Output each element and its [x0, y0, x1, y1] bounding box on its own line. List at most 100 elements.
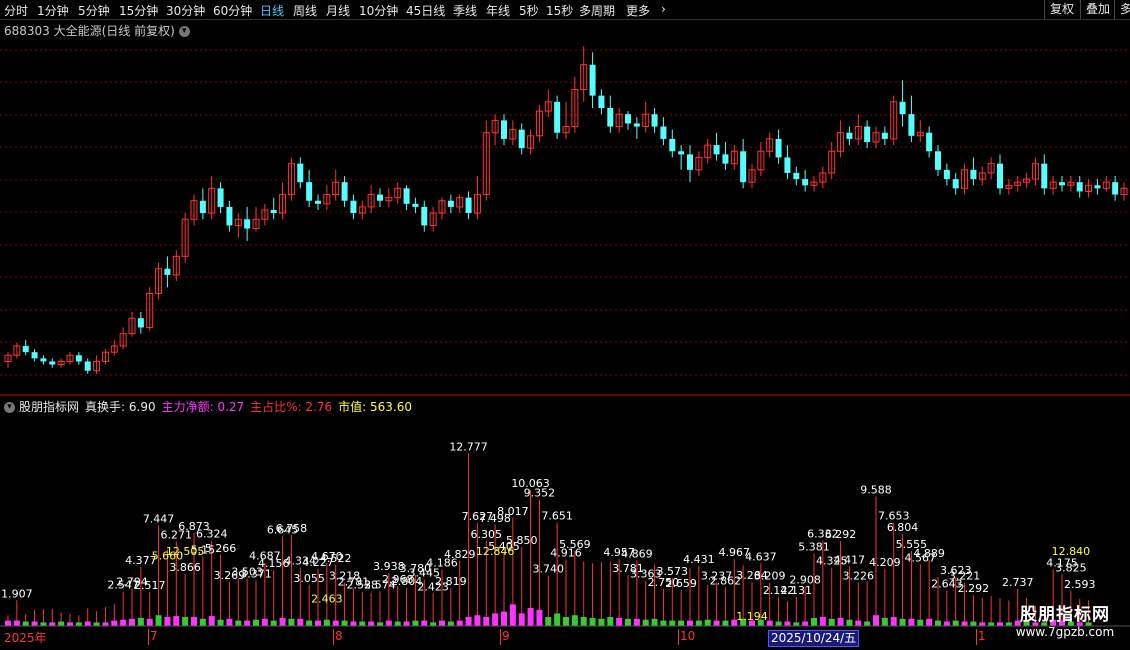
flow-bar — [394, 621, 401, 626]
pane-separator — [0, 394, 1130, 396]
volume-value-label: 3.740 — [533, 563, 565, 576]
volume-value-label: 3.866 — [169, 561, 201, 574]
flow-bar — [501, 611, 507, 626]
candle-body — [412, 203, 419, 207]
flow-bar — [385, 620, 392, 626]
flow-bar — [687, 620, 693, 626]
flow-bar — [642, 619, 649, 626]
volume-value-label: 4.431 — [683, 553, 715, 566]
axis-tick — [976, 629, 977, 645]
flow-bar — [802, 621, 809, 626]
volume-value-label: 3.055 — [293, 572, 325, 585]
volume-value-label: 4.869 — [621, 547, 653, 560]
flow-bar — [217, 619, 224, 626]
flow-bar — [164, 617, 171, 626]
flow-bar — [323, 619, 330, 626]
candle-body — [899, 101, 906, 115]
flow-bar — [421, 620, 428, 626]
volume-value-label: 4.829 — [444, 548, 476, 561]
volume-value-label: 6.292 — [825, 528, 857, 541]
volume-value-label: 6.804 — [887, 521, 919, 534]
axis-label-nov: 1 — [978, 629, 986, 643]
axis-label-2025: 2025年 — [4, 631, 47, 645]
flow-bar — [182, 617, 189, 626]
flow-bar — [111, 620, 118, 626]
volume-value-label: 12.777 — [449, 441, 488, 454]
candle-body — [740, 151, 747, 183]
flow-bar — [456, 620, 463, 626]
candle-body — [678, 151, 685, 155]
candle-body — [164, 268, 171, 275]
candle-body — [270, 210, 277, 214]
candle-body — [669, 138, 676, 152]
candle-body — [297, 163, 304, 183]
candle-body — [775, 138, 782, 158]
candle-body — [40, 358, 47, 362]
flow-bar — [306, 620, 313, 626]
chevron-down-icon[interactable]: ▾ — [4, 402, 15, 413]
candle-body — [554, 101, 561, 133]
candle-body — [1094, 185, 1101, 189]
candle-body — [84, 361, 91, 371]
candle-body — [881, 132, 888, 139]
flow-bar — [580, 617, 587, 626]
volume-value-label: 4.209 — [869, 556, 901, 569]
axis-tick — [148, 629, 149, 645]
candle-body — [926, 132, 933, 152]
flow-bar — [625, 618, 631, 626]
flow-bar — [377, 622, 383, 626]
indicator-main-net: 主力净额: 0.27 — [161, 400, 245, 414]
volume-value-label: 2.908 — [789, 574, 821, 587]
volume-value-label: 4.417 — [834, 553, 866, 566]
candle-body — [598, 95, 605, 108]
candle-body — [935, 151, 941, 170]
flow-bar — [288, 618, 295, 626]
flow-bar — [704, 619, 711, 626]
flow-bar — [22, 621, 29, 626]
flow-bar — [633, 618, 640, 626]
flow-bar — [811, 617, 817, 626]
flow-bar — [837, 617, 844, 626]
candle-body — [22, 346, 29, 353]
flow-bar — [235, 620, 242, 626]
volume-value-label: 3.573 — [657, 565, 689, 578]
flow-bar — [509, 604, 516, 626]
candle-body — [607, 108, 614, 127]
candle-body — [518, 129, 525, 149]
flow-bar — [49, 622, 56, 626]
candle-body — [31, 352, 38, 359]
flow-bar — [695, 620, 702, 626]
flow-bar — [873, 615, 879, 626]
flow-bar — [137, 617, 144, 626]
candle-body — [1059, 182, 1065, 186]
volume-value-label: 4.522 — [320, 552, 352, 565]
flow-bar — [926, 618, 933, 626]
flow-bar — [368, 621, 375, 626]
flow-bar — [412, 620, 419, 626]
candle-body — [341, 182, 348, 201]
flow-bar — [899, 618, 906, 626]
candle-body — [864, 126, 871, 142]
flow-bar — [102, 622, 109, 626]
candle-body — [226, 206, 233, 226]
flow-bar — [819, 617, 826, 626]
flow-bar — [208, 616, 215, 626]
flow-bar — [31, 621, 38, 626]
flow-bar — [40, 622, 47, 626]
volume-value-label: 5.569 — [559, 538, 591, 551]
flow-bar — [75, 622, 82, 626]
flow-bar — [855, 620, 862, 626]
candle-body — [306, 182, 313, 201]
flow-bar — [279, 617, 286, 626]
candle-body — [1112, 182, 1119, 195]
candle-body — [625, 114, 631, 124]
flow-bar — [492, 613, 499, 626]
candle-body — [908, 114, 915, 136]
candle-body — [713, 145, 720, 155]
flow-bar — [84, 621, 91, 626]
volume-value-label: 1.194 — [736, 610, 768, 623]
flow-bar — [775, 621, 782, 626]
indicator-name: 股朋指标网 — [19, 400, 80, 414]
candle-body — [660, 126, 667, 139]
candle-body — [447, 200, 454, 207]
